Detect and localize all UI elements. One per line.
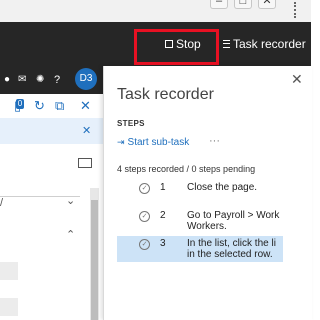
- close-page-icon[interactable]: ✕: [80, 95, 91, 117]
- field-slash: /: [0, 197, 4, 209]
- start-subtask-label: Start sub-task: [127, 137, 190, 148]
- chevron-down-icon[interactable]: ⌄: [66, 194, 75, 207]
- scrollbar-thumb[interactable]: [91, 200, 98, 320]
- message-icon[interactable]: ✉: [18, 69, 26, 91]
- subtask-icon: ⇥: [117, 137, 125, 147]
- step-number: 1: [160, 182, 166, 193]
- more-options-icon[interactable]: ···: [209, 135, 220, 147]
- step-row[interactable]: ✓ 1 Close the page.: [117, 180, 283, 196]
- browser-titlebar: – □ ✕: [0, 0, 311, 23]
- stop-button-highlight: [134, 29, 219, 65]
- menu-dots-icon[interactable]: [294, 2, 298, 18]
- step-row-selected[interactable]: ✓ 3 In the list, click the li in the sel…: [117, 236, 283, 262]
- open-in-new-icon[interactable]: ⧉: [55, 95, 64, 117]
- help-icon[interactable]: ?: [54, 69, 60, 91]
- settings-icon[interactable]: ✺: [36, 69, 44, 91]
- dismiss-icon[interactable]: ✕: [82, 120, 91, 142]
- close-window-icon[interactable]: ✕: [258, 0, 276, 9]
- message-bar: ✕: [0, 118, 103, 144]
- steps-heading: STEPS: [117, 119, 145, 128]
- minimize-icon[interactable]: –: [210, 0, 228, 9]
- step-text: Close the page.: [187, 182, 258, 193]
- step-number: 3: [160, 238, 166, 249]
- step-text: Go to Payroll > Work Workers.: [187, 210, 280, 232]
- chevron-up-icon[interactable]: ⌃: [66, 228, 75, 241]
- task-recorder-label: Task recorder: [233, 37, 306, 51]
- list-item[interactable]: [0, 262, 18, 280]
- check-circle-icon: ✓: [139, 211, 150, 222]
- notification-dot-icon[interactable]: ●: [4, 69, 10, 91]
- step-number: 2: [160, 210, 166, 221]
- check-circle-icon: ✓: [139, 183, 150, 194]
- pane-title: Task recorder: [117, 86, 214, 103]
- maximize-icon[interactable]: □: [234, 0, 252, 9]
- check-circle-icon: ✓: [139, 239, 150, 250]
- pane-toggle-icon[interactable]: [78, 158, 92, 168]
- refresh-icon[interactable]: ↻: [34, 95, 45, 117]
- step-text: In the list, click the li in the selecte…: [187, 238, 276, 260]
- start-subtask-button[interactable]: ⇥ Start sub-task: [117, 137, 189, 148]
- hamburger-icon: [223, 40, 230, 48]
- task-recorder-button[interactable]: Task recorder: [223, 32, 306, 56]
- attachment-badge: 0: [16, 99, 24, 109]
- avatar[interactable]: D3: [75, 68, 97, 90]
- step-row[interactable]: ✓ 2 Go to Payroll > Work Workers.: [117, 208, 283, 234]
- close-icon[interactable]: ✕: [291, 71, 303, 88]
- steps-summary: 4 steps recorded / 0 steps pending: [117, 164, 256, 174]
- list-item[interactable]: [0, 298, 18, 316]
